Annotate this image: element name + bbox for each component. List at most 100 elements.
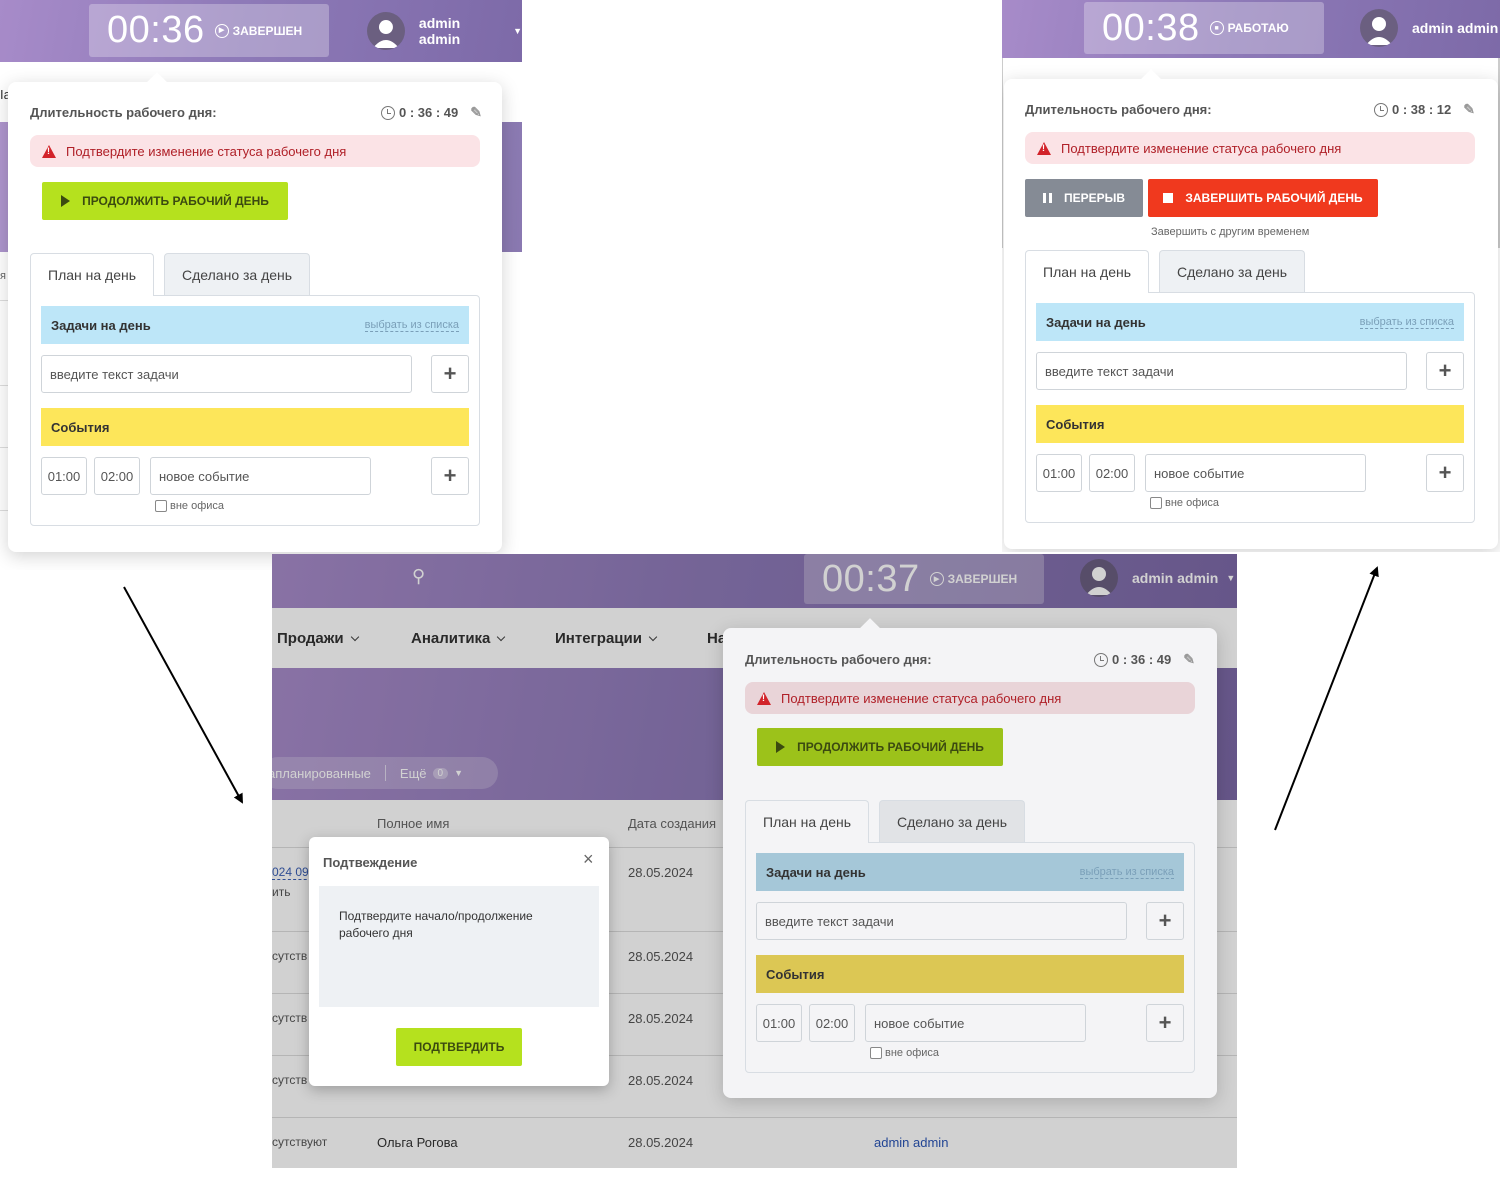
events-header: События bbox=[41, 408, 469, 446]
event-time-from[interactable]: 01:00 bbox=[1036, 454, 1082, 492]
duration-row: Длительность рабочего дня: 0 : 38 : 12 ✎ bbox=[1025, 101, 1475, 118]
alert-text: Подтвердите изменение статуса рабочего д… bbox=[1061, 140, 1342, 156]
left-screenshot: 00:36 ▶ ЗАВЕРШЕН admin admin ▼ Ia я Длите… bbox=[0, 0, 522, 570]
choose-from-list-link[interactable]: выбрать из списка bbox=[1079, 866, 1174, 879]
pencil-icon[interactable]: ✎ bbox=[1183, 651, 1195, 668]
tab-done[interactable]: Сделано за день bbox=[164, 253, 311, 295]
tasks-title: Задачи на день bbox=[1046, 314, 1146, 330]
continue-day-button[interactable]: ПРОДОЛЖИТЬ РАБОЧИЙ ДЕНЬ bbox=[42, 182, 288, 220]
right-screenshot: 00:38 ■ РАБОТАЮ admin admin Длительность … bbox=[1002, 0, 1500, 552]
add-task-button[interactable]: + bbox=[431, 355, 469, 393]
cut-text: я bbox=[0, 270, 6, 282]
warning-icon bbox=[1037, 141, 1051, 155]
finish-other-time-link[interactable]: Завершить с другим временем bbox=[1151, 226, 1309, 238]
play-icon bbox=[776, 741, 786, 753]
timer-status: ▶ ЗАВЕРШЕН bbox=[214, 23, 302, 38]
add-event-button[interactable]: + bbox=[1146, 1004, 1184, 1042]
user-name: admin admin bbox=[418, 15, 461, 47]
confirm-button[interactable]: ПОДТВЕРДИТЬ bbox=[396, 1028, 522, 1066]
tabs: План на день Сделано за день bbox=[745, 800, 1026, 843]
duration-value: 0 : 36 : 49 ✎ bbox=[381, 104, 482, 121]
alert-text: Подтвердите изменение статуса рабочего д… bbox=[781, 690, 1062, 706]
duration-value: 0 : 36 : 49 ✎ bbox=[1094, 651, 1195, 668]
right-timer-box[interactable]: 00:38 ■ РАБОТАЮ bbox=[1084, 2, 1324, 54]
pencil-icon[interactable]: ✎ bbox=[470, 104, 482, 121]
tasks-header: Задачи на день выбрать из списка bbox=[756, 853, 1184, 891]
continue-day-button[interactable]: ПРОДОЛЖИТЬ РАБОЧИЙ ДЕНЬ bbox=[757, 728, 1003, 766]
event-time-to[interactable]: 02:00 bbox=[94, 457, 140, 495]
tab-plan[interactable]: План на день bbox=[745, 800, 870, 843]
confirm-modal: Подтвеждение × Подтвердите начало/продол… bbox=[309, 837, 609, 1086]
choose-from-list-link[interactable]: выбрать из списка bbox=[1359, 316, 1454, 329]
tabs: План на день Сделано за день bbox=[1025, 250, 1306, 293]
avatar bbox=[367, 12, 405, 50]
event-input[interactable]: новое событие bbox=[865, 1004, 1086, 1042]
right-user-menu[interactable]: admin admin bbox=[1360, 9, 1498, 47]
arrow-up bbox=[1274, 566, 1379, 831]
arrow-down bbox=[123, 586, 243, 804]
event-time-from[interactable]: 01:00 bbox=[41, 457, 87, 495]
checkbox[interactable] bbox=[155, 500, 167, 512]
duration-label: Длительность рабочего дня: bbox=[30, 105, 217, 120]
finish-day-button[interactable]: ЗАВЕРШИТЬ РАБОЧИЙ ДЕНЬ bbox=[1148, 179, 1378, 217]
play-circle-icon: ▶ bbox=[214, 23, 229, 38]
tasks-title: Задачи на день bbox=[766, 864, 866, 880]
duration-label: Длительность рабочего дня: bbox=[1025, 102, 1212, 117]
tasks-header: Задачи на день выбрать из списка bbox=[1036, 303, 1464, 341]
tab-plan[interactable]: План на день bbox=[1025, 250, 1150, 293]
popup-caret bbox=[147, 72, 167, 92]
choose-from-list-link[interactable]: выбрать из списка bbox=[364, 319, 459, 332]
left-user-menu[interactable]: admin admin ▼ bbox=[367, 12, 522, 50]
checkbox[interactable] bbox=[1150, 497, 1162, 509]
warning-icon bbox=[42, 144, 56, 158]
event-input[interactable]: новое событие bbox=[150, 457, 371, 495]
pause-button[interactable]: ПЕРЕРЫВ bbox=[1025, 179, 1143, 217]
stop-circle-icon: ■ bbox=[1209, 21, 1224, 35]
add-task-button[interactable]: + bbox=[1146, 902, 1184, 940]
duration-value: 0 : 38 : 12 ✎ bbox=[1374, 101, 1475, 118]
tab-plan[interactable]: План на день bbox=[30, 253, 155, 296]
status-alert: Подтвердите изменение статуса рабочего д… bbox=[745, 682, 1195, 714]
task-input[interactable]: введите текст задачи bbox=[1036, 352, 1407, 390]
user-name: admin admin bbox=[1412, 20, 1499, 36]
middle-screenshot: ⚲ 00:37 ▶ ЗАВЕРШЕН admin admin ▼ Продажи … bbox=[272, 554, 1237, 1168]
warning-icon bbox=[757, 691, 771, 705]
tab-done[interactable]: Сделано за день bbox=[1159, 250, 1306, 292]
task-input[interactable]: введите текст задачи bbox=[41, 355, 412, 393]
tab-panel: Задачи на день выбрать из списка введите… bbox=[1025, 292, 1475, 523]
task-input[interactable]: введите текст задачи bbox=[756, 902, 1127, 940]
timer-time: 00:36 bbox=[107, 9, 205, 51]
tasks-header: Задачи на день выбрать из списка bbox=[41, 306, 469, 344]
duration-row: Длительность рабочего дня: 0 : 36 : 49 ✎ bbox=[30, 104, 482, 121]
tab-panel: Задачи на день выбрать из списка введите… bbox=[745, 842, 1195, 1073]
clock-icon bbox=[1374, 102, 1388, 117]
event-time-from[interactable]: 01:00 bbox=[756, 1004, 802, 1042]
avatar bbox=[1360, 9, 1398, 47]
events-header: События bbox=[1036, 405, 1464, 443]
event-time-to[interactable]: 02:00 bbox=[809, 1004, 855, 1042]
duration-row: Длительность рабочего дня: 0 : 36 : 49 ✎ bbox=[745, 651, 1195, 668]
offsite-checkbox[interactable]: вне офиса bbox=[155, 500, 224, 512]
status-alert: Подтвердите изменение статуса рабочего д… bbox=[1025, 132, 1475, 164]
work-day-popup: Длительность рабочего дня: 0 : 38 : 12 ✎ … bbox=[1004, 69, 1498, 549]
play-icon bbox=[61, 195, 71, 207]
clock-icon bbox=[381, 105, 395, 120]
close-icon[interactable]: × bbox=[583, 849, 594, 870]
tasks-title: Задачи на день bbox=[51, 317, 151, 333]
modal-message: Подтвердите начало/продолжение рабочего … bbox=[339, 909, 533, 940]
work-day-popup: Длительность рабочего дня: 0 : 36 : 49 ✎ … bbox=[8, 72, 502, 552]
add-task-button[interactable]: + bbox=[1426, 352, 1464, 390]
pencil-icon[interactable]: ✎ bbox=[1463, 101, 1475, 118]
checkbox[interactable] bbox=[870, 1047, 882, 1059]
add-event-button[interactable]: + bbox=[1426, 454, 1464, 492]
offsite-checkbox[interactable]: вне офиса bbox=[1150, 497, 1219, 509]
left-timer-box[interactable]: 00:36 ▶ ЗАВЕРШЕН bbox=[89, 4, 329, 57]
add-event-button[interactable]: + bbox=[431, 457, 469, 495]
clock-icon bbox=[1094, 652, 1108, 667]
offsite-checkbox[interactable]: вне офиса bbox=[870, 1047, 939, 1059]
tab-done[interactable]: Сделано за день bbox=[879, 800, 1026, 842]
modal-body: Подтвердите начало/продолжение рабочего … bbox=[319, 886, 599, 1007]
tab-panel: Задачи на день выбрать из списка введите… bbox=[30, 295, 480, 526]
event-time-to[interactable]: 02:00 bbox=[1089, 454, 1135, 492]
event-input[interactable]: новое событие bbox=[1145, 454, 1366, 492]
